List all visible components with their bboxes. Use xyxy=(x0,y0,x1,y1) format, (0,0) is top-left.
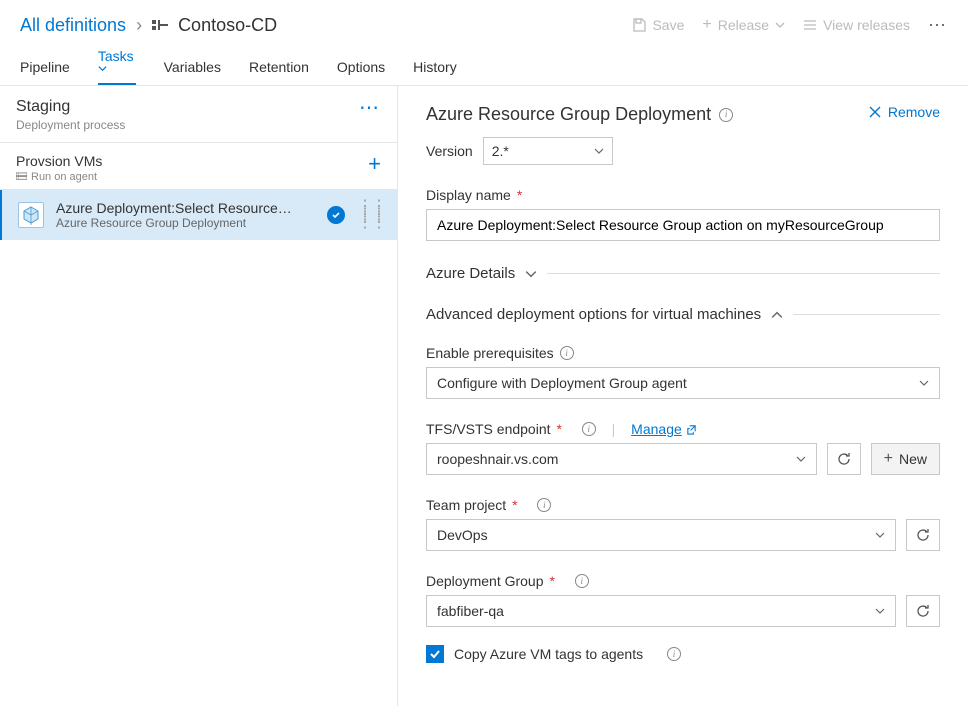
azure-details-section[interactable]: Azure Details xyxy=(426,265,940,282)
tab-tasks[interactable]: Tasks xyxy=(98,48,136,85)
refresh-button[interactable] xyxy=(906,595,940,627)
agent-phase-title[interactable]: Provsion VMs xyxy=(16,153,102,169)
task-selected-badge xyxy=(327,206,345,224)
copy-tags-label: Copy Azure VM tags to agents xyxy=(454,646,643,662)
enable-prereq-select[interactable]: Configure with Deployment Group agent xyxy=(426,367,940,399)
adv-section-label: Advanced deployment options for virtual … xyxy=(426,306,761,323)
tab-pipeline[interactable]: Pipeline xyxy=(20,59,70,85)
breadcrumb: All definitions › Contoso-CD xyxy=(20,15,632,36)
pipeline-name: Contoso-CD xyxy=(178,15,277,36)
breadcrumb-separator: › xyxy=(136,15,142,36)
team-project-label: Team project xyxy=(426,497,506,513)
info-icon[interactable]: i xyxy=(560,346,574,360)
save-label: Save xyxy=(652,17,684,33)
new-button-label: New xyxy=(899,451,927,467)
deployment-group-value: fabfiber-qa xyxy=(437,603,504,619)
task-subtitle: Azure Resource Group Deployment xyxy=(56,216,315,230)
stage-title[interactable]: Staging xyxy=(16,98,125,116)
required-marker: * xyxy=(557,421,562,437)
enable-prereq-label: Enable prerequisites xyxy=(426,345,554,361)
required-marker: * xyxy=(550,573,555,589)
tab-history[interactable]: History xyxy=(413,59,457,85)
list-icon xyxy=(803,18,817,32)
version-select[interactable]: 2.* xyxy=(483,137,613,165)
deployment-group-label: Deployment Group xyxy=(426,573,544,589)
plus-icon: + xyxy=(702,16,711,34)
tab-options[interactable]: Options xyxy=(337,59,385,85)
view-releases-label: View releases xyxy=(823,17,910,33)
endpoint-label: TFS/VSTS endpoint xyxy=(426,421,551,437)
chevron-down-icon xyxy=(875,530,885,540)
server-icon xyxy=(16,172,27,183)
azure-details-label: Azure Details xyxy=(426,265,515,282)
chevron-down-icon xyxy=(98,64,136,73)
endpoint-value: roopeshnair.vs.com xyxy=(437,451,558,467)
chevron-down-icon xyxy=(594,146,604,156)
stage-more-button[interactable]: ⋯ xyxy=(359,98,381,118)
azure-cube-icon xyxy=(18,202,44,228)
chevron-down-icon xyxy=(775,20,785,30)
chevron-down-icon xyxy=(796,454,806,464)
display-name-label: Display name xyxy=(426,187,511,203)
version-value: 2.* xyxy=(492,143,509,159)
display-name-input[interactable] xyxy=(426,209,940,241)
release-button[interactable]: + Release xyxy=(702,16,785,34)
check-icon xyxy=(429,648,441,660)
agent-phase-subtitle: Run on agent xyxy=(31,171,97,183)
view-releases-button[interactable]: View releases xyxy=(803,17,910,33)
stage-subtitle: Deployment process xyxy=(16,118,125,132)
pipeline-type-icon xyxy=(152,17,168,33)
tab-retention[interactable]: Retention xyxy=(249,59,309,85)
chevron-down-icon xyxy=(875,606,885,616)
toolbar-actions: Save + Release View releases ⋯ xyxy=(632,15,948,36)
info-icon[interactable]: i xyxy=(719,108,733,122)
remove-label: Remove xyxy=(888,104,940,120)
endpoint-select[interactable]: roopeshnair.vs.com xyxy=(426,443,817,475)
chevron-up-icon xyxy=(771,309,783,321)
add-task-button[interactable]: + xyxy=(368,153,381,175)
save-button[interactable]: Save xyxy=(632,17,684,33)
advanced-options-section[interactable]: Advanced deployment options for virtual … xyxy=(426,306,940,323)
info-icon[interactable]: i xyxy=(667,647,681,661)
info-icon[interactable]: i xyxy=(582,422,596,436)
team-project-select[interactable]: DevOps xyxy=(426,519,896,551)
version-label: Version xyxy=(426,143,473,159)
plus-icon: + xyxy=(884,450,893,468)
required-marker: * xyxy=(517,187,522,203)
copy-tags-checkbox[interactable] xyxy=(426,645,444,663)
close-icon xyxy=(868,105,882,119)
info-icon[interactable]: i xyxy=(537,498,551,512)
new-endpoint-button[interactable]: + New xyxy=(871,443,940,475)
enable-prereq-value: Configure with Deployment Group agent xyxy=(437,375,687,391)
task-title: Azure Deployment:Select Resource… xyxy=(56,200,315,216)
refresh-button[interactable] xyxy=(906,519,940,551)
refresh-icon xyxy=(915,603,931,619)
form-title: Azure Resource Group Deployment i xyxy=(426,104,733,125)
release-label: Release xyxy=(718,17,769,33)
tab-bar: Pipeline Tasks Variables Retention Optio… xyxy=(0,48,968,86)
refresh-button[interactable] xyxy=(827,443,861,475)
more-actions-button[interactable]: ⋯ xyxy=(928,15,948,36)
refresh-icon xyxy=(915,527,931,543)
external-link-icon xyxy=(686,424,697,435)
chevron-down-icon xyxy=(919,378,929,388)
remove-button[interactable]: Remove xyxy=(868,104,940,120)
chevron-down-icon xyxy=(525,268,537,280)
manage-link[interactable]: Manage xyxy=(631,421,697,437)
deployment-group-select[interactable]: fabfiber-qa xyxy=(426,595,896,627)
tab-tasks-label: Tasks xyxy=(98,48,134,64)
refresh-icon xyxy=(836,451,852,467)
save-icon xyxy=(632,18,646,32)
info-icon[interactable]: i xyxy=(575,574,589,588)
drag-handle[interactable]: ⋮⋮⋮⋮⋮⋮ xyxy=(357,203,385,227)
task-row-azure-deployment[interactable]: Azure Deployment:Select Resource… Azure … xyxy=(0,190,397,240)
team-project-value: DevOps xyxy=(437,527,488,543)
breadcrumb-root-link[interactable]: All definitions xyxy=(20,15,126,36)
tab-variables[interactable]: Variables xyxy=(164,59,221,85)
required-marker: * xyxy=(512,497,517,513)
